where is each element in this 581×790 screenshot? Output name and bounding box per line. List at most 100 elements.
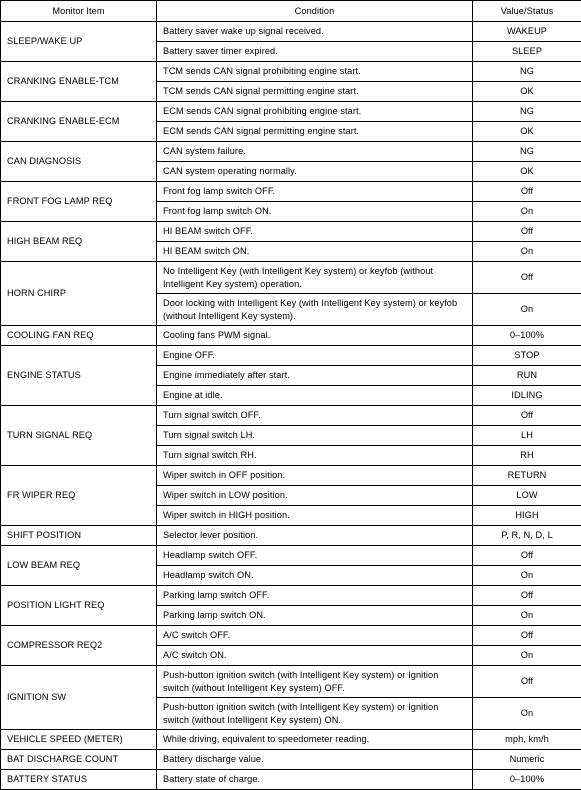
- monitor-item-cell: CRANKING ENABLE-ECM: [1, 102, 157, 142]
- column-header-monitor-item: Monitor Item: [1, 1, 157, 22]
- monitor-item-cell: BAT DISCHARGE COUNT: [1, 750, 157, 770]
- condition-cell: TCM sends CAN signal prohibiting engine …: [157, 62, 473, 82]
- value-status-cell: SLEEP: [473, 42, 581, 62]
- monitor-item-cell: POSITION LIGHT REQ: [1, 586, 157, 626]
- table-row: SHIFT POSITIONSelector lever position.P,…: [1, 526, 581, 546]
- monitor-item-cell: HORN CHIRP: [1, 262, 157, 326]
- table-row: ENGINE STATUSEngine OFF.STOP: [1, 346, 581, 366]
- monitor-item-cell: SHIFT POSITION: [1, 526, 157, 546]
- value-status-cell: mph, km/h: [473, 730, 581, 750]
- value-status-cell: NG: [473, 102, 581, 122]
- value-status-cell: NG: [473, 62, 581, 82]
- condition-cell: A/C switch OFF.: [157, 626, 473, 646]
- condition-cell: CAN system operating normally.: [157, 162, 473, 182]
- value-status-cell: LH: [473, 426, 581, 446]
- condition-cell: Wiper switch in OFF position.: [157, 466, 473, 486]
- table-row: COMPRESSOR REQ2A/C switch OFF.Off: [1, 626, 581, 646]
- table-row: CRANKING ENABLE-ECMECM sends CAN signal …: [1, 102, 581, 122]
- condition-cell: Parking lamp switch ON.: [157, 606, 473, 626]
- value-status-cell: On: [473, 242, 581, 262]
- value-status-cell: On: [473, 202, 581, 222]
- value-status-cell: LOW: [473, 486, 581, 506]
- column-header-condition: Condition: [157, 1, 473, 22]
- monitor-item-cell: COMPRESSOR REQ2: [1, 626, 157, 666]
- monitor-item-cell: VEHICLE SPEED (METER): [1, 730, 157, 750]
- condition-cell: Headlamp switch OFF.: [157, 546, 473, 566]
- monitor-item-cell: CRANKING ENABLE-TCM: [1, 62, 157, 102]
- value-status-cell: Off: [473, 406, 581, 426]
- condition-cell: Battery saver wake up signal received.: [157, 22, 473, 42]
- condition-cell: Engine at idle.: [157, 386, 473, 406]
- table-row: VEHICLE SPEED (METER)While driving, equi…: [1, 730, 581, 750]
- table-row: SLEEP/WAKE UPBattery saver wake up signa…: [1, 22, 581, 42]
- condition-cell: Front fog lamp switch ON.: [157, 202, 473, 222]
- table-row: CAN DIAGNOSISCAN system failure.NG: [1, 142, 581, 162]
- condition-cell: Door locking with Intelligent Key (with …: [157, 294, 473, 326]
- value-status-cell: Off: [473, 262, 581, 294]
- value-status-cell: Off: [473, 586, 581, 606]
- table-row: CRANKING ENABLE-TCMTCM sends CAN signal …: [1, 62, 581, 82]
- condition-cell: No Intelligent Key (with Intelligent Key…: [157, 262, 473, 294]
- monitor-item-cell: ENGINE STATUS: [1, 346, 157, 406]
- table-row: FRONT FOG LAMP REQFront fog lamp switch …: [1, 182, 581, 202]
- value-status-cell: On: [473, 294, 581, 326]
- condition-cell: Engine immediately after start.: [157, 366, 473, 386]
- condition-cell: Selector lever position.: [157, 526, 473, 546]
- value-status-cell: WAKEUP: [473, 22, 581, 42]
- value-status-cell: 0–100%: [473, 326, 581, 346]
- condition-cell: A/C switch ON.: [157, 646, 473, 666]
- value-status-cell: Off: [473, 626, 581, 646]
- monitor-item-cell: FRONT FOG LAMP REQ: [1, 182, 157, 222]
- monitor-item-cell: HIGH BEAM REQ: [1, 222, 157, 262]
- value-status-cell: IDLING: [473, 386, 581, 406]
- table-row: LOW BEAM REQHeadlamp switch OFF.Off: [1, 546, 581, 566]
- value-status-cell: Numeric: [473, 750, 581, 770]
- monitor-item-cell: CAN DIAGNOSIS: [1, 142, 157, 182]
- value-status-cell: RETURN: [473, 466, 581, 486]
- condition-cell: ECM sends CAN signal permitting engine s…: [157, 122, 473, 142]
- monitor-item-cell: TURN SIGNAL REQ: [1, 406, 157, 466]
- value-status-cell: 0–100%: [473, 770, 581, 790]
- monitor-item-cell: BATTERY STATUS: [1, 770, 157, 790]
- value-status-cell: RUN: [473, 366, 581, 386]
- column-header-value-status: Value/Status: [473, 1, 581, 22]
- condition-cell: Push-button ignition switch (with Intell…: [157, 698, 473, 730]
- condition-cell: Battery saver timer expired.: [157, 42, 473, 62]
- table-row: BATTERY STATUSBattery state of charge.0–…: [1, 770, 581, 790]
- condition-cell: Turn signal switch RH.: [157, 446, 473, 466]
- table-header: Monitor Item Condition Value/Status: [1, 1, 581, 22]
- condition-cell: Cooling fans PWM signal.: [157, 326, 473, 346]
- table-row: TURN SIGNAL REQTurn signal switch OFF.Of…: [1, 406, 581, 426]
- value-status-cell: P, R, N, D, L: [473, 526, 581, 546]
- condition-cell: While driving, equivalent to speedometer…: [157, 730, 473, 750]
- condition-cell: HI BEAM switch ON.: [157, 242, 473, 262]
- value-status-cell: OK: [473, 162, 581, 182]
- condition-cell: Battery discharge value.: [157, 750, 473, 770]
- condition-cell: Wiper switch in HIGH position.: [157, 506, 473, 526]
- condition-cell: Wiper switch in LOW position.: [157, 486, 473, 506]
- table-row: POSITION LIGHT REQParking lamp switch OF…: [1, 586, 581, 606]
- table-row: FR WIPER REQWiper switch in OFF position…: [1, 466, 581, 486]
- condition-cell: Turn signal switch OFF.: [157, 406, 473, 426]
- value-status-cell: On: [473, 698, 581, 730]
- value-status-cell: RH: [473, 446, 581, 466]
- value-status-cell: On: [473, 646, 581, 666]
- table-row: IGNITION SWPush-button ignition switch (…: [1, 666, 581, 698]
- value-status-cell: Off: [473, 222, 581, 242]
- monitor-item-cell: IGNITION SW: [1, 666, 157, 730]
- monitor-item-cell: LOW BEAM REQ: [1, 546, 157, 586]
- condition-cell: HI BEAM switch OFF.: [157, 222, 473, 242]
- value-status-cell: Off: [473, 546, 581, 566]
- condition-cell: Battery state of charge.: [157, 770, 473, 790]
- monitor-item-cell: SLEEP/WAKE UP: [1, 22, 157, 62]
- condition-cell: Push-button ignition switch (with Intell…: [157, 666, 473, 698]
- table-row: HORN CHIRPNo Intelligent Key (with Intel…: [1, 262, 581, 294]
- value-status-cell: OK: [473, 82, 581, 102]
- value-status-cell: OK: [473, 122, 581, 142]
- value-status-cell: HIGH: [473, 506, 581, 526]
- condition-cell: CAN system failure.: [157, 142, 473, 162]
- table-row: BAT DISCHARGE COUNTBattery discharge val…: [1, 750, 581, 770]
- condition-cell: Headlamp switch ON.: [157, 566, 473, 586]
- condition-cell: ECM sends CAN signal prohibiting engine …: [157, 102, 473, 122]
- condition-cell: Engine OFF.: [157, 346, 473, 366]
